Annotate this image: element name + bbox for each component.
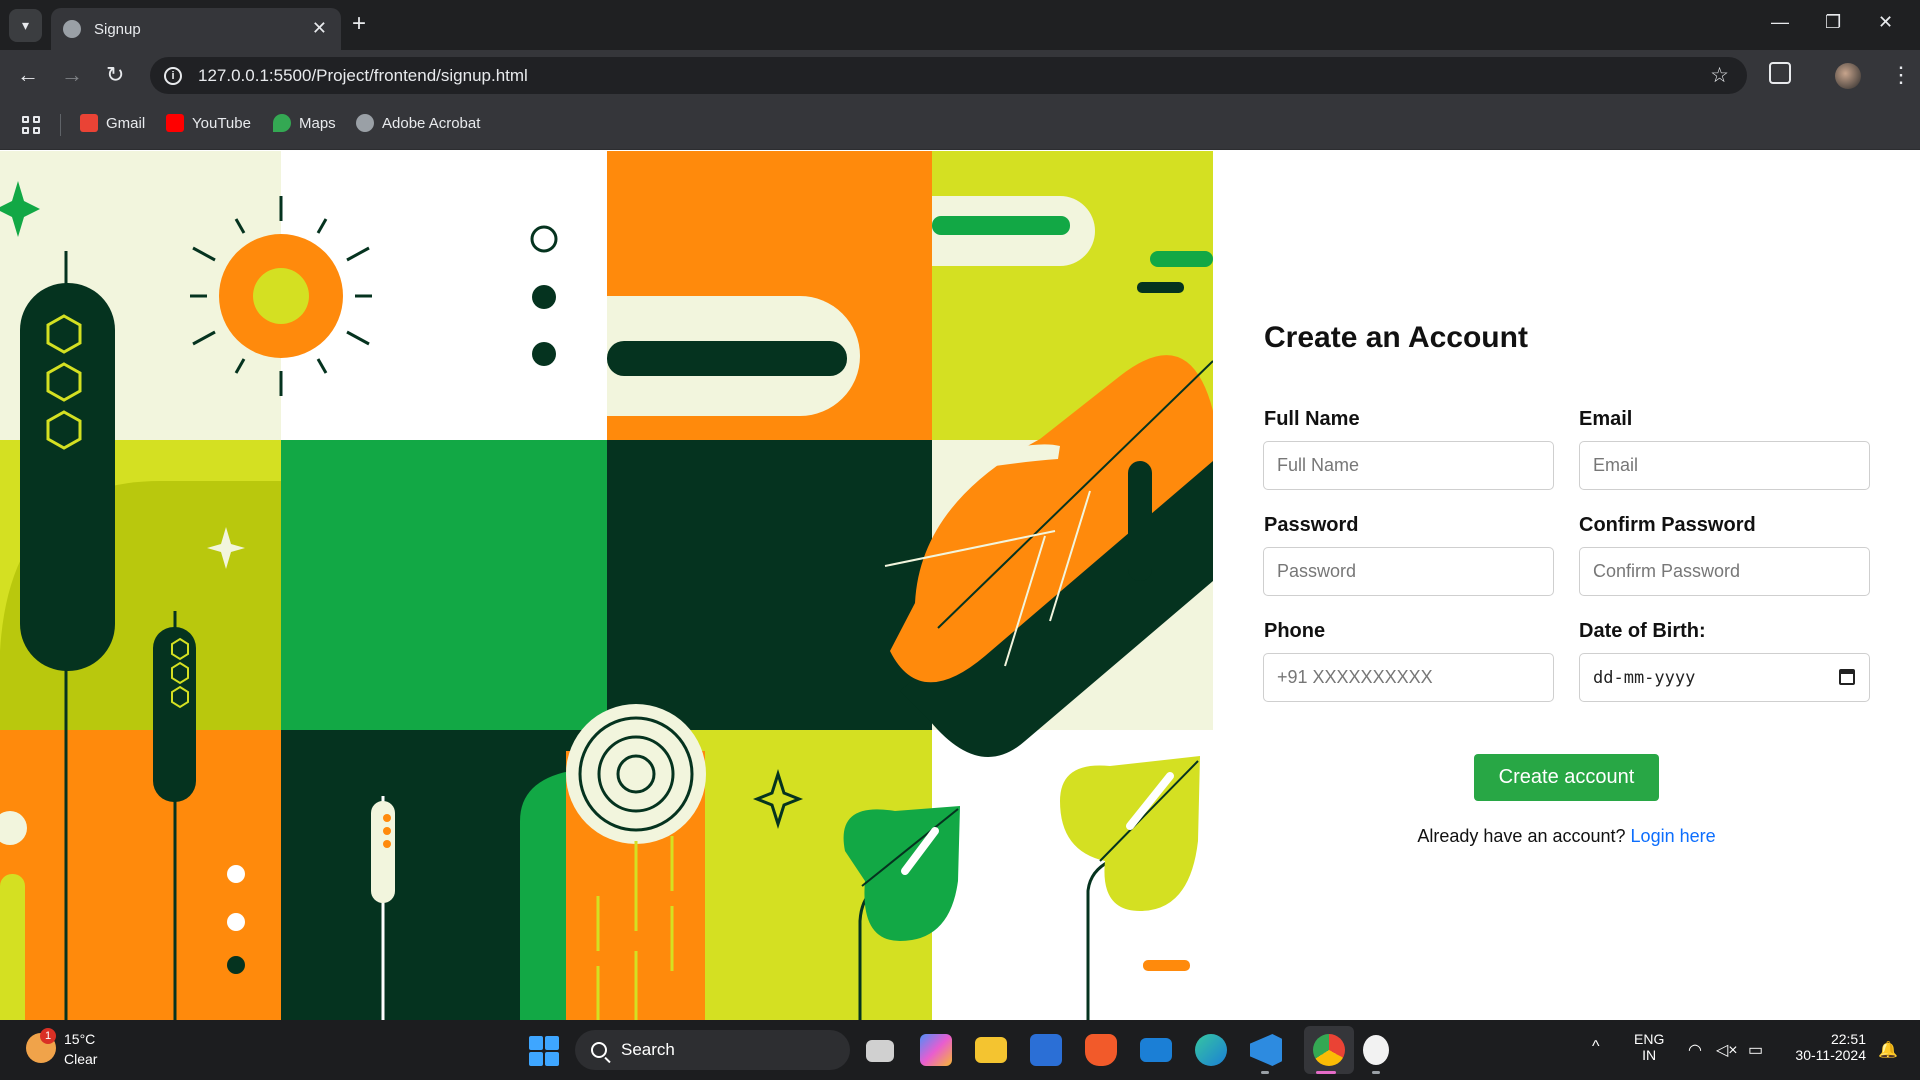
calendar-icon[interactable]	[1839, 669, 1855, 685]
brave-browser-icon[interactable]	[1085, 1034, 1117, 1066]
signup-form: Create an Account Full Name Email Passwo…	[1213, 151, 1920, 1020]
clock-time: 22:51	[1830, 1031, 1866, 1047]
navigation-bar: ← → ↻ i 127.0.0.1:5500/Project/frontend/…	[0, 50, 1920, 100]
globe-icon	[356, 114, 374, 132]
show-hidden-icons-icon[interactable]: ^	[1592, 1038, 1600, 1056]
windows-start-icon[interactable]	[529, 1036, 559, 1066]
maps-icon	[273, 114, 291, 132]
phone-label: Phone	[1264, 620, 1326, 642]
battery-icon[interactable]: ▭	[1748, 1040, 1763, 1060]
reload-icon[interactable]: ↻	[106, 62, 124, 88]
mail-icon[interactable]	[1140, 1038, 1172, 1062]
new-tab-button[interactable]: +	[352, 10, 366, 38]
site-info-icon[interactable]: i	[164, 66, 182, 85]
email-input[interactable]	[1579, 441, 1870, 490]
task-view-icon[interactable]	[866, 1040, 894, 1062]
page-content: Create an Account Full Name Email Passwo…	[0, 151, 1920, 1020]
taskbar	[0, 1020, 1920, 1080]
tab-title: Signup	[94, 20, 141, 38]
tab-search-button[interactable]: ▾	[9, 9, 42, 42]
bookmark-maps[interactable]: Maps	[273, 114, 336, 132]
apps-grid-icon[interactable]	[22, 116, 42, 136]
clock-date: 30-11-2024	[1795, 1047, 1866, 1063]
minimize-icon[interactable]: —	[1771, 12, 1789, 33]
page-title: Create an Account	[1264, 321, 1528, 354]
password-input[interactable]	[1263, 547, 1554, 596]
volume-muted-icon[interactable]: ◁×	[1716, 1040, 1738, 1060]
password-label: Password	[1264, 514, 1359, 536]
confirm-password-label: Confirm Password	[1579, 514, 1756, 536]
bookmark-star-icon[interactable]: ☆	[1710, 63, 1729, 88]
address-bar[interactable]: i 127.0.0.1:5500/Project/frontend/signup…	[150, 57, 1747, 94]
login-prompt: Already have an account? Login here	[1213, 826, 1920, 847]
confirm-password-input[interactable]	[1579, 547, 1870, 596]
create-account-button[interactable]: Create account	[1474, 754, 1659, 801]
gmail-icon	[80, 114, 98, 132]
edge-icon[interactable]	[1195, 1034, 1227, 1066]
weather-description[interactable]: Clear	[64, 1051, 97, 1067]
notifications-bell-icon[interactable]: 🔔	[1878, 1040, 1898, 1060]
youtube-icon	[166, 114, 184, 132]
restore-icon[interactable]: ❐	[1825, 12, 1841, 33]
close-window-icon[interactable]: ✕	[1878, 12, 1893, 33]
running-indicator	[1372, 1071, 1380, 1074]
microsoft-store-icon[interactable]	[1030, 1034, 1062, 1066]
bookmark-label: Adobe Acrobat	[382, 114, 481, 132]
search-label: Search	[621, 1040, 675, 1059]
taskbar-search[interactable]: Search	[575, 1030, 850, 1070]
extensions-icon[interactable]	[1769, 62, 1791, 84]
copilot-icon[interactable]	[920, 1034, 952, 1066]
date-of-birth-label: Date of Birth:	[1579, 620, 1706, 642]
language-code: ENG	[1634, 1031, 1665, 1047]
bookmark-label: YouTube	[192, 114, 251, 132]
bookmark-label: Gmail	[106, 114, 146, 132]
chrome-icon[interactable]	[1313, 1034, 1345, 1066]
decorative-illustration	[0, 151, 1213, 1020]
close-tab-icon[interactable]: ✕	[312, 18, 327, 39]
forward-icon[interactable]: →	[61, 62, 83, 88]
bookmark-label: Maps	[299, 114, 336, 132]
active-indicator	[1316, 1071, 1336, 1074]
running-indicator	[1261, 1071, 1269, 1074]
clock[interactable]: 22:51 30-11-2024	[1786, 1031, 1866, 1063]
browser-menu-icon[interactable]: ⋮	[1890, 62, 1912, 88]
date-value: dd-mm-yyyy	[1593, 667, 1696, 688]
profile-avatar[interactable]	[1835, 63, 1861, 89]
language-indicator[interactable]: ENG IN	[1634, 1031, 1664, 1063]
login-prompt-text: Already have an account?	[1417, 826, 1626, 846]
tab-signup[interactable]: Signup ✕	[51, 8, 341, 50]
login-link[interactable]: Login here	[1631, 826, 1716, 846]
email-label: Email	[1579, 408, 1633, 430]
date-of-birth-input[interactable]: dd-mm-yyyy	[1579, 653, 1870, 702]
wifi-icon[interactable]: ◠	[1688, 1040, 1702, 1060]
bookmark-gmail[interactable]: Gmail	[80, 114, 145, 132]
globe-icon	[63, 20, 81, 38]
back-icon[interactable]: ←	[17, 62, 39, 88]
bookmark-separator	[60, 114, 61, 136]
url-text[interactable]: 127.0.0.1:5500/Project/frontend/signup.h…	[198, 66, 528, 86]
bookmark-adobe-acrobat[interactable]: Adobe Acrobat	[356, 114, 480, 132]
search-icon	[591, 1042, 607, 1058]
region-code: IN	[1642, 1047, 1657, 1063]
bookmark-youtube[interactable]: YouTube	[166, 114, 251, 132]
full-name-label: Full Name	[1264, 408, 1360, 430]
weather-temperature[interactable]: 15°C	[64, 1031, 95, 1047]
phone-input[interactable]	[1263, 653, 1554, 702]
full-name-input[interactable]	[1263, 441, 1554, 490]
file-explorer-icon[interactable]	[975, 1037, 1007, 1063]
mongodb-compass-icon[interactable]	[1363, 1035, 1389, 1065]
notification-badge: 1	[40, 1028, 56, 1044]
tab-bar: ▾ Signup ✕ + — ❐ ✕	[0, 0, 1920, 50]
